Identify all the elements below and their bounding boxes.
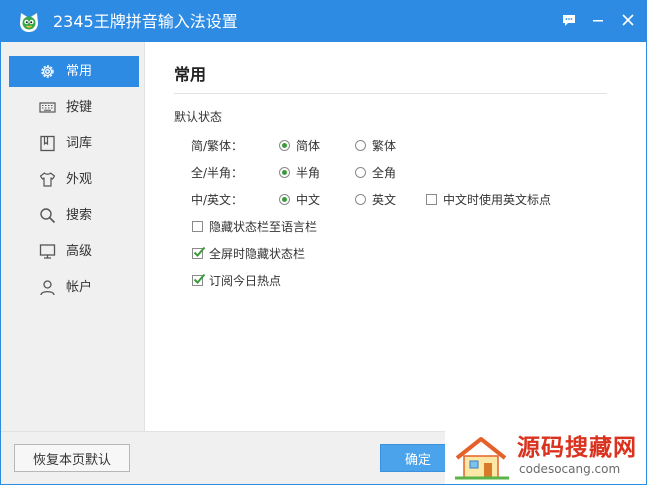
sidebar-item-advanced[interactable]: 高级 — [9, 236, 139, 267]
sidebar-item-label: 外观 — [66, 172, 93, 187]
settings-window: 2345王牌拼音输入法设置 常用 按键 词库 外观 搜索 高级 帐户 常用 默认… — [0, 0, 647, 485]
sidebar-item-label: 按键 — [66, 100, 93, 115]
full-width-radio[interactable]: 全角 — [355, 164, 396, 181]
monitor-icon — [39, 244, 56, 259]
checkmark-icon — [193, 273, 206, 284]
option-label: 全屏时隐藏状态栏 — [209, 247, 306, 261]
option-label: 简体 — [296, 139, 321, 153]
watermark-url: codesocang.com — [519, 462, 621, 476]
checkbox-indicator — [192, 246, 206, 259]
fullscreen-hide-status-bar-checkbox[interactable]: 全屏时隐藏状态栏 — [192, 245, 305, 262]
language-mode-label: 中/英文： — [191, 193, 244, 207]
gear-icon — [41, 65, 54, 78]
close-button[interactable] — [614, 7, 642, 33]
title-divider — [174, 93, 607, 94]
house-logo-icon — [455, 437, 509, 480]
option-label: 中文时使用英文标点 — [443, 193, 552, 207]
english-radio[interactable]: 英文 — [355, 191, 396, 208]
english-punctuation-checkbox[interactable]: 中文时使用英文标点 — [426, 191, 551, 208]
sidebar-item-keys[interactable]: 按键 — [9, 92, 139, 123]
sidebar-item-label: 搜索 — [66, 208, 93, 223]
sidebar-item-label: 帐户 — [66, 280, 93, 295]
window-title: 2345王牌拼音输入法设置 — [53, 12, 238, 31]
page-title: 常用 — [174, 65, 207, 84]
keyboard-icon — [39, 102, 56, 113]
sidebar-item-appearance[interactable]: 外观 — [9, 164, 139, 195]
radio-indicator — [279, 167, 290, 178]
sidebar: 常用 按键 词库 外观 搜索 高级 帐户 — [1, 42, 145, 431]
subscribe-hot-topics-checkbox[interactable]: 订阅今日热点 — [192, 272, 281, 289]
checkbox-indicator — [192, 273, 206, 286]
checkbox-indicator — [192, 221, 203, 232]
radio-indicator — [355, 140, 366, 151]
sidebar-item-general[interactable]: 常用 — [9, 56, 139, 87]
sidebar-item-label: 高级 — [66, 244, 93, 259]
section-title: 默认状态 — [174, 110, 223, 124]
sidebar-item-search[interactable]: 搜索 — [9, 200, 139, 231]
simplified-radio[interactable]: 简体 — [279, 137, 320, 154]
feedback-button[interactable] — [555, 7, 583, 33]
search-icon — [40, 208, 56, 224]
option-label: 繁体 — [372, 139, 397, 153]
minimize-button[interactable] — [584, 7, 612, 33]
option-label: 中文 — [296, 193, 321, 207]
watermark: 源码搜藏网 codesocang.com — [445, 431, 646, 484]
watermark-title: 源码搜藏网 — [517, 435, 637, 461]
hide-status-bar-checkbox[interactable]: 隐藏状态栏至语言栏 — [192, 218, 317, 235]
restore-defaults-button[interactable]: 恢复本页默认 — [14, 444, 130, 472]
sidebar-item-lexicon[interactable]: 词库 — [9, 128, 139, 159]
sidebar-item-label: 常用 — [66, 64, 93, 79]
close-icon — [622, 14, 634, 26]
shirt-icon — [39, 172, 56, 187]
radio-indicator — [279, 194, 290, 205]
checkbox-indicator — [426, 194, 437, 205]
traditional-radio[interactable]: 繁体 — [355, 137, 396, 154]
option-label: 订阅今日热点 — [209, 274, 282, 288]
main-panel: 常用 默认状态 简/繁体： 简体 繁体 全/半角： 半角 全角 中/英文： 中文 — [145, 42, 646, 431]
minimize-icon — [593, 20, 603, 22]
width-mode-label: 全/半角： — [191, 166, 244, 180]
chinese-radio[interactable]: 中文 — [279, 191, 320, 208]
app-logo-icon — [20, 13, 38, 32]
option-label: 半角 — [296, 166, 321, 180]
radio-indicator — [355, 167, 366, 178]
sidebar-item-account[interactable]: 帐户 — [9, 272, 139, 303]
title-bar: 2345王牌拼音输入法设置 — [1, 1, 646, 42]
half-width-radio[interactable]: 半角 — [279, 164, 320, 181]
book-icon — [40, 135, 55, 152]
option-label: 英文 — [372, 193, 397, 207]
simplified-traditional-label: 简/繁体： — [191, 139, 244, 153]
user-icon — [40, 280, 55, 296]
chat-bubble-icon — [563, 14, 575, 26]
radio-indicator — [355, 194, 366, 205]
option-label: 全角 — [372, 166, 397, 180]
radio-indicator — [279, 140, 290, 151]
sidebar-item-label: 词库 — [66, 136, 93, 151]
checkmark-icon — [193, 246, 206, 257]
option-label: 隐藏状态栏至语言栏 — [209, 220, 318, 234]
